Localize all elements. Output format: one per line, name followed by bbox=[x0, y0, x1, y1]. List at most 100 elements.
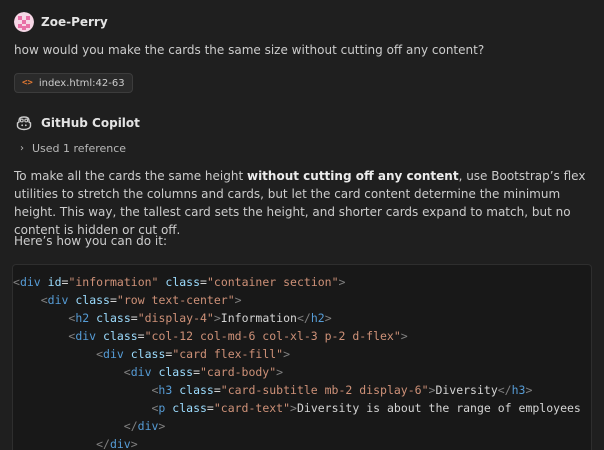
code-token: </ bbox=[296, 311, 311, 325]
code-token: "information" bbox=[68, 275, 159, 289]
code-token: class bbox=[165, 275, 201, 289]
file-reference-label: index.html:42-63 bbox=[38, 77, 125, 89]
user-message-header: Zoe-Perry bbox=[14, 11, 108, 33]
code-token: h3 bbox=[158, 383, 173, 397]
code-token: h2 bbox=[75, 311, 90, 325]
user-avatar[interactable] bbox=[14, 12, 34, 32]
code-token: div bbox=[75, 329, 97, 343]
code-token: < bbox=[96, 347, 104, 361]
code-token: < bbox=[40, 293, 48, 307]
code-token: "card-body" bbox=[200, 365, 277, 379]
code-block[interactable]: <div id="information" class="container s… bbox=[12, 264, 592, 450]
code-token: > bbox=[525, 383, 533, 397]
code-content: <div id="information" class="container s… bbox=[13, 265, 591, 450]
code-token: class bbox=[75, 293, 110, 307]
answer-text-start: To make all the cards the same height bbox=[14, 169, 247, 183]
code-token: class bbox=[130, 347, 166, 361]
code-line: <h3 class="card-subtitle mb-2 display-6"… bbox=[13, 381, 591, 399]
code-token: Diversity is about the range of employee… bbox=[296, 401, 581, 415]
code-token: > bbox=[338, 275, 346, 289]
code-token: h3 bbox=[511, 383, 526, 397]
code-token: "container section" bbox=[206, 275, 339, 289]
code-token: > bbox=[158, 419, 166, 433]
code-token: = bbox=[193, 365, 200, 379]
code-token: > bbox=[213, 311, 221, 325]
code-token: = bbox=[109, 293, 117, 307]
code-token: class bbox=[179, 383, 214, 397]
code-token: = bbox=[130, 311, 138, 325]
user-question: how would you make the cards the same si… bbox=[14, 43, 485, 57]
answer-text-bold: without cutting off any content bbox=[246, 169, 459, 183]
code-token: Diversity bbox=[435, 383, 498, 397]
answer-intro: Here’s how you can do it: bbox=[14, 234, 168, 248]
code-token: "card-subtitle mb-2 display-6" bbox=[220, 383, 429, 397]
chevron-right-icon: › bbox=[20, 143, 24, 154]
code-line: <h2 class="display-4">Information</h2> bbox=[13, 309, 591, 327]
user-avatar-icon bbox=[14, 12, 34, 32]
code-token: Information bbox=[220, 311, 297, 325]
code-token: < bbox=[123, 365, 131, 379]
code-token: class bbox=[96, 311, 131, 325]
code-token: </ bbox=[497, 383, 512, 397]
code-token: "display-4" bbox=[137, 311, 214, 325]
code-token: = bbox=[213, 383, 221, 397]
code-token: > bbox=[324, 311, 332, 325]
code-line: <div id="information" class="container s… bbox=[13, 273, 591, 291]
code-token: = bbox=[206, 401, 214, 415]
code-token: > bbox=[130, 437, 138, 450]
code-token: > bbox=[400, 329, 408, 343]
code-token: div bbox=[47, 293, 69, 307]
code-token: "col-12 col-md-6 col-xl-3 p-2 d-flex" bbox=[144, 329, 401, 343]
code-token: = bbox=[137, 329, 145, 343]
copilot-message-header: GitHub Copilot bbox=[14, 112, 140, 134]
code-token: </ bbox=[96, 437, 110, 450]
code-token: = bbox=[200, 275, 207, 289]
copilot-icon bbox=[16, 116, 32, 131]
code-line: <p class="card-text">Diversity is about … bbox=[13, 399, 591, 417]
copilot-answer-paragraph: To make all the cards the same height wi… bbox=[14, 167, 594, 239]
code-token: div bbox=[137, 419, 159, 433]
code-token: div bbox=[130, 365, 152, 379]
copilot-avatar bbox=[14, 113, 34, 133]
code-token: > bbox=[283, 347, 291, 361]
code-line: </div> bbox=[13, 435, 591, 450]
used-references-toggle[interactable]: › Used 1 reference bbox=[20, 142, 126, 155]
code-token: class bbox=[172, 401, 207, 415]
code-token: div bbox=[109, 437, 131, 450]
code-line: <div class="card flex-fill"> bbox=[13, 345, 591, 363]
code-token: "card-text" bbox=[213, 401, 291, 415]
used-references-label: Used 1 reference bbox=[32, 142, 127, 155]
code-line: <div class="row text-center"> bbox=[13, 291, 591, 309]
code-token: "row text-center" bbox=[116, 293, 235, 307]
code-token: > bbox=[290, 401, 297, 415]
file-reference-chip[interactable]: <> index.html:42-63 bbox=[14, 73, 133, 93]
code-token: div bbox=[19, 275, 41, 289]
code-token: > bbox=[276, 365, 284, 379]
code-token: "card flex-fill" bbox=[172, 347, 284, 361]
code-token: > bbox=[234, 293, 242, 307]
user-name: Zoe-Perry bbox=[41, 15, 108, 29]
copilot-name: GitHub Copilot bbox=[41, 116, 140, 130]
code-token: class bbox=[158, 365, 194, 379]
code-line: <div class="card-body"> bbox=[13, 363, 591, 381]
code-token: id bbox=[47, 275, 62, 289]
code-file-icon: <> bbox=[22, 78, 33, 88]
code-token: </ bbox=[123, 419, 138, 433]
code-token: < bbox=[13, 275, 20, 289]
code-token: div bbox=[103, 347, 124, 361]
code-line: <div class="col-12 col-md-6 col-xl-3 p-2… bbox=[13, 327, 591, 345]
code-token: h2 bbox=[310, 311, 325, 325]
code-token: class bbox=[103, 329, 138, 343]
